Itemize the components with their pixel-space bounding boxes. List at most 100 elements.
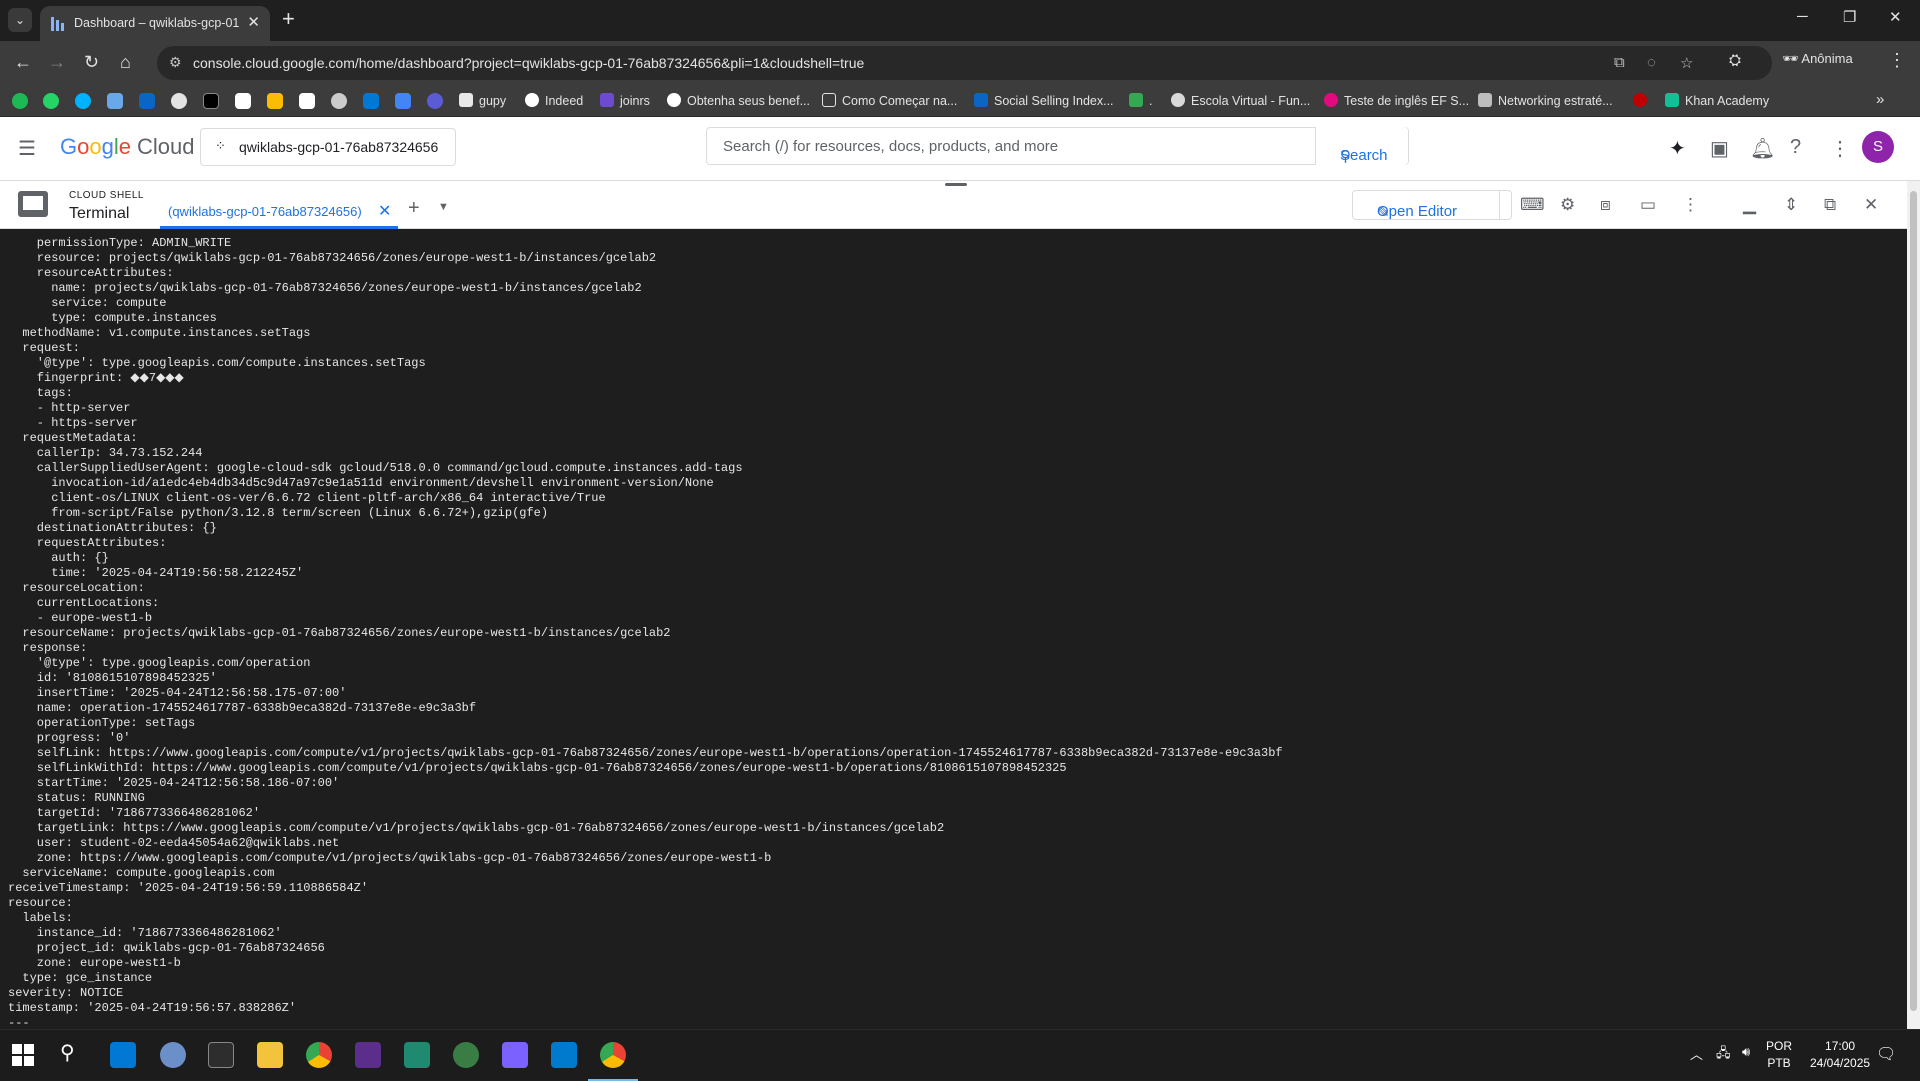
search-input[interactable]: Search (/) for resources, docs, products… [706,127,1409,165]
cloud-shell-icon[interactable]: ▣ [1710,136,1729,161]
store-icon[interactable] [110,1042,136,1068]
forward-arrow-icon[interactable]: → [48,52,66,73]
chrome-active-icon[interactable] [588,1042,638,1081]
pycharm-icon[interactable] [453,1042,479,1068]
app-icon[interactable] [160,1042,186,1068]
bookmark-joinrs[interactable]: joinrs [600,93,650,108]
terminal-line: auth: {} [8,551,109,565]
volume-icon[interactable]: 🔊︎ [1742,1044,1750,1060]
more-options-icon[interactable]: ⋮ [1682,195,1699,215]
notion-bookmark-icon[interactable] [299,93,315,109]
terminal-line: serviceName: compute.googleapis.com [8,866,275,880]
visio-icon[interactable] [404,1042,430,1068]
network-icon[interactable]: 🖧 [1716,1044,1731,1066]
google-cloud-logo[interactable]: Google Cloud [60,134,195,160]
obsidian-icon[interactable] [502,1042,528,1068]
globe-bookmark-icon[interactable] [331,93,347,109]
notifications-bell-icon[interactable]: 🔔︎ [1750,136,1775,161]
settings-gear-icon[interactable]: ⚙ [1560,195,1575,215]
search-button[interactable]: ⚲ Search [1315,127,1408,165]
terminal-line: status: RUNNING [8,791,145,805]
drive-bookmark-icon[interactable] [267,93,283,109]
whatsapp-bookmark-icon[interactable] [43,93,59,109]
windows-start-icon[interactable] [12,1044,34,1066]
linkedin-bookmark-icon[interactable] [139,93,155,109]
bookmark-gupy[interactable]: gupy [459,93,506,108]
shield-bookmark-icon[interactable] [107,93,123,109]
bookmark-indeed[interactable]: Indeed [525,93,583,108]
github-bookmark-icon[interactable] [171,93,187,109]
site-info-icon[interactable]: ⚙ [169,54,182,71]
gemini-sparkle-icon[interactable]: ✦ [1669,136,1686,161]
bookmark-como-comecar[interactable]: Como Começar na... [822,93,957,108]
home-icon[interactable]: ⌂ [120,52,131,73]
bookmark-escola-virtual[interactable]: Escola Virtual - Fun... [1171,93,1310,108]
bookmark-circle-icon[interactable] [427,93,443,109]
tray-chevron-icon[interactable]: ︿ [1690,1044,1703,1063]
incognito-profile[interactable]: 🕶 Anônima [1782,51,1853,67]
bookmark-star-icon[interactable]: ☆ [1680,54,1693,72]
file-explorer-icon[interactable] [257,1042,283,1068]
outlook-bookmark-icon[interactable] [363,93,379,109]
chevron-down-icon[interactable]: ▼ [438,201,449,213]
restore-window-icon[interactable]: ❐ [1843,8,1856,26]
bookmark-ef-set[interactable]: Teste de inglês EF S... [1324,93,1469,108]
bookmark-social-selling[interactable]: Social Selling Index... [974,93,1114,108]
language-indicator[interactable]: POR PTB [1766,1038,1792,1072]
medium-bookmark-icon[interactable] [235,93,251,109]
cloud-bookmark-icon[interactable] [395,93,411,109]
translate-icon[interactable]: ⧉ [1614,54,1625,71]
help-icon[interactable]: ? [1790,136,1801,159]
project-picker[interactable]: ⁘ qwiklabs-gcp-01-76ab87324656 [200,128,456,166]
avatar[interactable]: S [1862,131,1894,163]
bookmark-khan-academy[interactable]: Khan Academy [1665,93,1769,108]
system-clock[interactable]: 17:00 24/04/2025 [1810,1038,1870,1072]
dev-app-icon[interactable] [355,1042,381,1068]
more-bookmarks-icon[interactable]: » [1876,91,1884,108]
chrome-icon[interactable] [306,1042,332,1068]
tab-search-button[interactable]: ⌄ [8,8,32,32]
dev-bookmark-icon[interactable] [203,93,219,109]
bookmark-red[interactable] [1633,93,1653,108]
terminal-scrollbar[interactable] [1907,181,1920,1029]
close-tab-icon[interactable]: ✕ [378,201,391,221]
extensions-icon[interactable]: ⛭ [1729,52,1741,69]
settings-kebab-icon[interactable]: ⋮ [1830,136,1850,161]
close-shell-icon[interactable]: ✕ [1864,195,1878,215]
terminal-text[interactable]: permissionType: ADMIN_WRITE resource: pr… [8,236,1283,1029]
layout-icon[interactable]: ▭ [1640,195,1656,215]
tab-close-icon[interactable]: ✕ [247,13,260,31]
search-icon[interactable]: ⚲ [60,1040,75,1065]
expand-icon[interactable]: ⇕ [1784,195,1798,215]
vscode-icon[interactable] [551,1042,577,1068]
bookmark-obtenha[interactable]: Obtenha seus benef... [667,93,810,108]
open-editor-button[interactable]: ✎ Open Editor [1352,190,1512,221]
web-preview-icon[interactable]: ⧈ [1600,195,1611,215]
minimize-icon[interactable]: ▁ [1743,195,1756,215]
minimize-window-icon[interactable]: ─ [1797,8,1808,25]
resize-handle[interactable] [945,183,967,186]
add-tab-icon[interactable]: + [408,197,420,220]
keyboard-icon[interactable]: ⌨ [1520,195,1545,215]
notification-center-icon[interactable]: 🗨 [1876,1044,1896,1064]
terminal-line: currentLocations: [8,596,160,610]
address-bar[interactable]: ⚙ console.cloud.google.com/home/dashboar… [157,46,1772,80]
address-url[interactable]: console.cloud.google.com/home/dashboard?… [193,55,864,71]
new-tab-button[interactable]: + [282,6,295,32]
browser-menu-icon[interactable]: ⋮ [1888,50,1906,71]
terminal-app-icon[interactable] [208,1042,234,1068]
bookmark-drive[interactable]: . [1129,93,1152,108]
terminal-output[interactable]: permissionType: ADMIN_WRITE resource: pr… [0,229,1907,1029]
browser-tab-active[interactable]: Dashboard – qwiklabs-gcp-01- ✕ [40,6,270,41]
reload-icon[interactable]: ↻ [84,52,99,73]
bookmark-networking[interactable]: Networking estraté... [1478,93,1613,108]
open-new-window-icon[interactable]: ⧉ [1824,195,1836,215]
tab-terminal-session[interactable]: (qwiklabs-gcp-01-76ab87324656) ✕ [160,181,398,229]
hamburger-menu-icon[interactable]: ☰ [18,136,36,161]
messenger-bookmark-icon[interactable] [75,93,91,109]
eye-off-icon[interactable]: ◌ [1647,54,1656,71]
scrollbar-thumb[interactable] [1910,191,1917,1011]
back-arrow-icon[interactable]: ← [14,52,32,73]
close-window-icon[interactable]: ✕ [1889,8,1902,26]
spotify-bookmark-icon[interactable] [12,93,28,109]
